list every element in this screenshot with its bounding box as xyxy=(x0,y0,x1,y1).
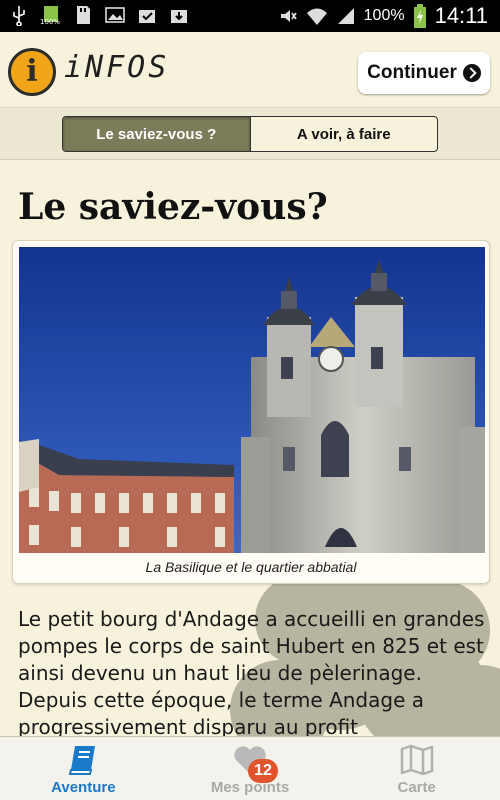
sd-card-icon xyxy=(77,6,90,24)
continue-button[interactable]: Continuer xyxy=(358,52,490,94)
wifi-icon xyxy=(306,8,327,25)
battery-percent: 100% xyxy=(363,7,405,24)
tab-a-voir-a-faire[interactable]: A voir, à faire xyxy=(251,117,438,151)
tab-bar-container: Le saviez-vous ? A voir, à faire xyxy=(0,108,500,160)
basilica-illustration xyxy=(19,247,485,553)
nav-carte[interactable]: Carte xyxy=(333,737,500,800)
signal-icon xyxy=(337,8,354,24)
nav-mes-points-label: Mes points xyxy=(210,779,290,796)
image-card: La Basilique et le quartier abbatial xyxy=(12,240,490,584)
section-heading: Le saviez-vous? xyxy=(18,186,328,228)
chevron-right-circle-icon xyxy=(462,64,481,82)
nav-carte-label: Carte xyxy=(397,779,436,796)
usb-icon xyxy=(13,6,25,26)
nav-mes-points[interactable]: 12 Mes points xyxy=(167,737,334,800)
clock: 14:11 xyxy=(434,3,488,28)
nav-aventure-label: Aventure xyxy=(51,779,116,796)
continue-button-label: Continuer xyxy=(367,62,457,83)
scroll-content[interactable]: Le saviez-vous? La Basilique et le quart… xyxy=(0,160,500,736)
page-title: iNFOS xyxy=(64,50,170,85)
points-badge: 12 xyxy=(248,759,278,783)
bottom-navigation: Aventure 12 Mes points Carte xyxy=(0,736,500,800)
battery-widget-icon: 100% xyxy=(40,4,62,26)
status-bar: 100% 100% 14:11 xyxy=(0,0,500,32)
gallery-icon xyxy=(105,7,125,23)
battery-charging-icon xyxy=(413,4,426,28)
info-logo-icon: i xyxy=(8,48,56,96)
mute-icon xyxy=(280,10,297,22)
download-check-icon xyxy=(139,10,155,23)
download-icon xyxy=(171,10,187,23)
tab-le-saviez-vous[interactable]: Le saviez-vous ? xyxy=(63,117,251,151)
book-icon xyxy=(69,746,96,775)
map-icon xyxy=(400,744,433,776)
basilica-photo xyxy=(19,247,485,553)
segmented-tabs: Le saviez-vous ? A voir, à faire xyxy=(62,116,438,152)
article-body: Le petit bourg d'Andage a accueilli en g… xyxy=(18,607,485,736)
nav-aventure[interactable]: Aventure xyxy=(0,737,167,800)
image-caption: La Basilique et le quartier abbatial xyxy=(145,559,357,575)
app-header: i iNFOS Continuer xyxy=(0,32,500,108)
